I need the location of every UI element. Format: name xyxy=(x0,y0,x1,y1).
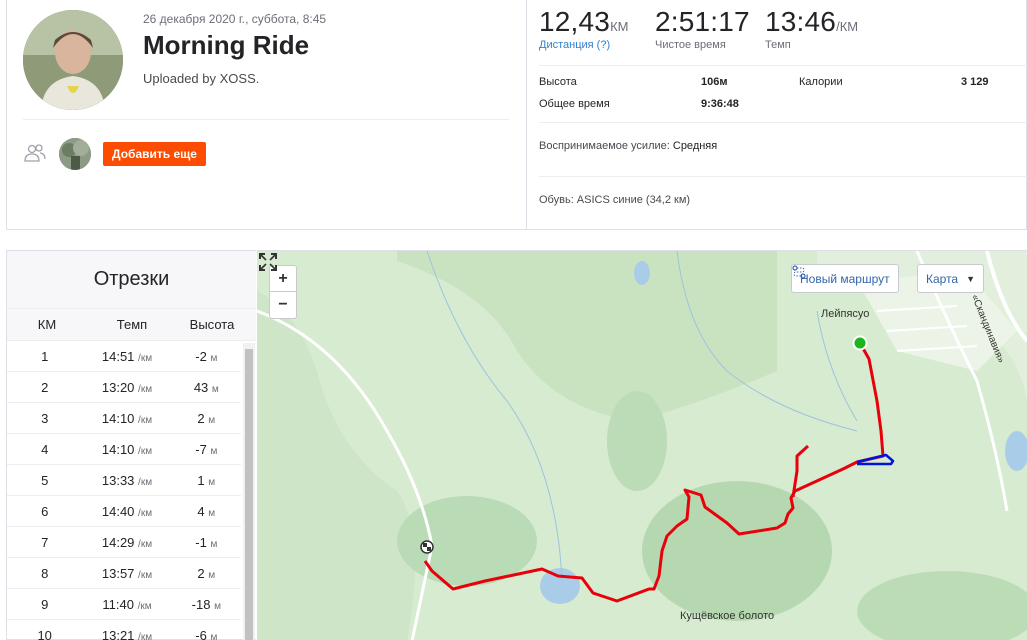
col-elev: Высота xyxy=(189,317,235,332)
split-row[interactable]: 5 13:33 /км 1 м xyxy=(7,465,241,496)
summary-divider xyxy=(526,0,527,229)
moving-time-stat: 2:51:17 Чистое время xyxy=(655,6,750,51)
elapsed-time-value: 9:36:48 xyxy=(701,98,739,110)
effort-separator xyxy=(539,176,1027,177)
shoes-info: Обувь: ASICS синие (34,2 км) xyxy=(539,194,691,206)
splits-list: 1 14:51 /км -2 м 2 13:20 /км 43 м 3 14:10 /км 2 … xyxy=(7,341,256,640)
finish-marker xyxy=(420,540,434,554)
group-icon[interactable] xyxy=(23,143,47,163)
split-pace: 14:29 /км xyxy=(101,534,153,550)
split-row[interactable]: 7 14:29 /км -1 м xyxy=(7,527,241,558)
route-icon xyxy=(792,265,806,279)
split-row[interactable]: 10 13:21 /км -6 м xyxy=(7,620,241,640)
add-more-button[interactable]: Добавить еще xyxy=(103,142,206,166)
split-elev: -7 м xyxy=(195,441,218,457)
activity-date: 26 декабря 2020 г., суббота, 8:45 xyxy=(143,12,327,26)
place-label-swamp: Кущёвское болото xyxy=(680,610,775,622)
split-km: 10 xyxy=(37,627,52,640)
fullscreen-icon[interactable] xyxy=(257,251,279,273)
new-route-button[interactable]: Новый маршрут xyxy=(791,264,899,293)
split-elev: -2 м xyxy=(195,348,218,364)
split-pace: 14:51 /км xyxy=(101,348,153,364)
split-elev: 1 м xyxy=(197,472,216,488)
pace-unit: /КМ xyxy=(836,19,859,34)
split-pace: 13:21 /км xyxy=(101,627,153,640)
upload-source: Uploaded by XOSS. xyxy=(143,71,260,86)
split-elev: 2 м xyxy=(197,410,216,426)
split-km: 3 xyxy=(41,410,49,426)
split-row[interactable]: 1 14:51 /км -2 м xyxy=(7,341,241,372)
distance-unit: КМ xyxy=(610,19,629,34)
split-pace: 13:57 /км xyxy=(101,565,153,581)
effort-value: Средняя xyxy=(672,140,718,152)
athlete-avatar[interactable] xyxy=(23,10,123,110)
splits-header: КМ Темп Высота xyxy=(7,309,256,341)
moving-time-value: 2:51:17 xyxy=(655,6,750,37)
split-km: 1 xyxy=(41,348,49,364)
split-pace: 14:40 /км xyxy=(101,503,153,519)
perceived-effort: Воспринимаемое усилие: Средняя xyxy=(539,140,717,152)
split-km: 9 xyxy=(41,596,49,612)
effort-label: Воспринимаемое усилие: xyxy=(539,140,670,152)
elevation-value: 106м xyxy=(701,76,728,88)
splits-scrollbar[interactable] xyxy=(243,343,255,640)
split-km: 6 xyxy=(41,503,49,519)
splits-title: Отрезки xyxy=(7,251,256,309)
split-row[interactable]: 9 11:40 /км -18 м xyxy=(7,589,241,620)
distance-stat: 12,43КМ Дистанция (?) xyxy=(539,6,628,51)
details-separator xyxy=(539,122,1027,123)
splits-panel: Отрезки КМ Темп Высота 1 14:51 /км -2 м 2 13… xyxy=(6,250,256,640)
split-km: 5 xyxy=(41,472,49,488)
split-pace: 13:20 /км xyxy=(101,379,153,395)
map-type-label: Карта xyxy=(926,271,959,286)
split-pace: 11:40 /км xyxy=(102,596,152,612)
split-pace: 14:10 /км xyxy=(101,410,153,426)
place-label-leipyasuo: Лейпясуо xyxy=(821,308,870,320)
calories-value: 3 129 xyxy=(961,76,989,88)
activity-title[interactable]: Morning Ride xyxy=(143,30,309,61)
split-elev: 43 м xyxy=(193,379,219,395)
split-elev: -18 м xyxy=(191,596,221,612)
pace-stat: 13:46/КМ Темп xyxy=(765,6,858,51)
zoom-control[interactable]: + − xyxy=(269,265,297,319)
split-row[interactable]: 3 14:10 /км 2 м xyxy=(7,403,241,434)
distance-value: 12,43 xyxy=(539,6,611,37)
split-elev: 4 м xyxy=(197,503,216,519)
activity-summary: 26 декабря 2020 г., суббота, 8:45 Mornin… xyxy=(6,0,1027,230)
moving-time-label: Чистое время xyxy=(655,39,726,51)
scrollbar-thumb[interactable] xyxy=(245,349,253,640)
route-map[interactable]: + − Новый маршрут Карта ▼ Лейпясуо Кущёв… xyxy=(257,250,1027,640)
zoom-out-button[interactable]: − xyxy=(270,292,296,318)
split-row[interactable]: 4 14:10 /км -7 м xyxy=(7,434,241,465)
col-pace: Темп xyxy=(116,317,148,332)
split-elev: -6 м xyxy=(195,627,218,640)
col-km: КМ xyxy=(37,317,57,332)
split-elev: -1 м xyxy=(195,534,218,550)
split-pace: 13:33 /км xyxy=(101,472,153,488)
calories-label: Калории xyxy=(799,76,843,88)
split-pace: 14:10 /км xyxy=(101,441,153,457)
stats-separator xyxy=(539,65,1027,66)
map-type-select[interactable]: Карта ▼ xyxy=(917,264,985,293)
left-separator xyxy=(23,119,509,120)
distance-label[interactable]: Дистанция (?) xyxy=(539,39,628,51)
split-km: 2 xyxy=(41,379,49,395)
split-row[interactable]: 8 13:57 /км 2 м xyxy=(7,558,241,589)
pace-value: 13:46 xyxy=(765,6,837,37)
companion-avatar[interactable] xyxy=(59,138,91,170)
elevation-label: Высота xyxy=(539,76,577,88)
elapsed-time-label: Общее время xyxy=(539,98,610,110)
new-route-label: Новый маршрут xyxy=(800,271,890,286)
pace-label: Темп xyxy=(765,39,791,51)
split-elev: 2 м xyxy=(197,565,216,581)
split-km: 8 xyxy=(41,565,49,581)
split-km: 7 xyxy=(41,534,49,550)
split-row[interactable]: 2 13:20 /км 43 м xyxy=(7,372,241,403)
split-row[interactable]: 6 14:40 /км 4 м xyxy=(7,496,241,527)
split-km: 4 xyxy=(41,441,49,457)
caret-down-icon: ▼ xyxy=(966,273,976,284)
start-marker xyxy=(852,335,868,351)
map-canvas[interactable] xyxy=(257,251,1027,640)
